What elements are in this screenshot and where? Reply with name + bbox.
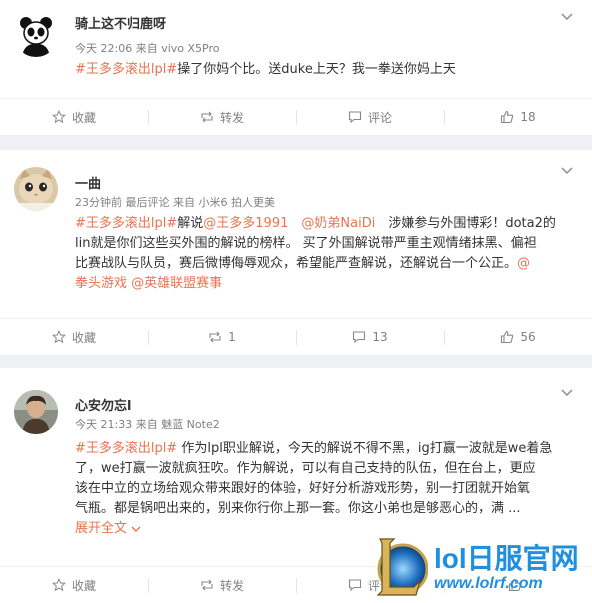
content-line: 气瓶。都是锅吧出来的，别来你行你上那一套。你这小弟也是够恶心的，满 ... [75,499,575,519]
comment-count: 13 [372,330,388,344]
content-line: #王多多滚出lpl# 作为lpl职业解说，今天的解说不得不黑，ig打赢一波就是w… [75,439,575,459]
post-meta: 今天 21:33 来自 魅蓝 Note2 [75,418,220,431]
chevron-down-icon [131,526,141,532]
post-text: 了，we打赢一波就疯狂吹。作为解说，可以有自己支持的队伍，但在台上，更应 [75,461,536,476]
repost-icon [201,111,213,123]
post-text [288,216,301,231]
favorite-button[interactable]: 收藏 [0,99,148,135]
content-line: #王多多滚出lpl#解说@王多多1991 @奶弟NaiDi 涉嫌参与外围博彩！d… [75,214,575,234]
avatar[interactable] [14,13,58,57]
post-text: 比赛战队与队员，赛后微博侮辱观众，希望能严查解说，还解说台一个公正。 [75,256,518,271]
watermark: lol日服官网 www.lolrf.com [374,535,586,599]
comment-button[interactable]: 评论 [296,99,444,135]
star-icon [51,110,66,124]
post-text: 作为lpl职业解说，今天的解说不得不黑，ig打赢一波就是we着急 [177,441,553,456]
chevron-down-icon[interactable] [560,12,574,22]
post-text: 气瓶。都是锅吧出来的，别来你行你上那一套。你这小弟也是够恶心的，满 ... [75,501,521,516]
username[interactable]: 心安勿忘l [75,395,131,414]
post-content: #王多多滚出lpl#解说@王多多1991 @奶弟NaiDi 涉嫌参与外围博彩！d… [75,214,575,294]
action-bar: 收藏 转发 评论 18 [0,98,592,135]
favorite-label: 收藏 [71,330,96,345]
hashtag-link[interactable]: #王多多滚出lpl# [75,441,177,456]
repost-icon [209,331,221,343]
thumbs-up-icon [501,110,514,124]
watermark-url: www.lolrf.com [434,575,543,592]
comment-icon [353,331,366,344]
repost-label: 转发 [219,578,244,593]
post-text: lin就是你们这些买外围的解说的榜样。 买了外国解说带严重主观情绪抹黑、偏袒 [75,236,537,251]
repost-button[interactable]: 转发 [148,99,296,135]
avatar[interactable] [14,390,58,434]
mention-link[interactable]: 拳头游戏 [75,276,127,291]
star-icon [51,578,66,592]
chevron-down-icon[interactable] [560,388,574,398]
expand-full-text-link[interactable]: 展开全文 [75,521,141,536]
post-meta: 23分钟前 最后评论 来自 小米6 拍人更美 [75,196,275,209]
hashtag-link[interactable]: #王多多滚出lpl# [75,216,177,231]
post-meta: 今天 22:06 来自 vivo X5Pro [75,42,220,55]
repost-count: 1 [228,330,236,344]
post-text: 操了你妈个比。送duke上天？我一拳送你妈上天 [177,62,456,77]
comment-icon [348,111,362,124]
comment-button[interactable]: 13 [296,319,444,355]
content-line: 比赛战队与队员，赛后微博侮辱观众，希望能严查解说，还解说台一个公正。@ [75,254,575,274]
post-text: 该在中立的立场给观众带来跟好的体验，好好分析游戏形势，别一打团就开始氧 [75,481,531,496]
star-icon [51,330,66,344]
like-count: 56 [520,330,536,344]
post-content: #王多多滚出lpl#操了你妈个比。送duke上天？我一拳送你妈上天 [75,60,575,80]
comment-icon [348,579,362,592]
repost-label: 转发 [219,110,244,125]
repost-button[interactable]: 转发 [148,567,296,603]
post-text: 解说 [177,216,204,231]
action-bar: 收藏 1 13 56 [0,318,592,355]
expand-label: 展开全文 [75,521,128,536]
repost-icon [201,579,213,591]
repost-button[interactable]: 1 [148,319,296,355]
content-line: 了，we打赢一波就疯狂吹。作为解说，可以有自己支持的队伍，但在台上，更应 [75,459,575,479]
post-text: 涉嫌参与外围博彩！dota2的 [375,216,556,231]
like-button[interactable]: 56 [444,319,592,355]
mention-link[interactable]: @ [517,256,530,271]
comment-label: 评论 [367,110,392,125]
watermark-title: lol日服官网 [434,543,579,574]
lol-logo-icon [376,538,428,596]
chevron-down-icon[interactable] [560,166,574,176]
mention-link[interactable]: @王多多1991 [203,216,288,231]
favorite-button[interactable]: 收藏 [0,319,148,355]
like-button[interactable]: 18 [444,99,592,135]
weibo-feed: 骑上这不归鹿呀 今天 22:06 来自 vivo X5Pro #王多多滚出lpl… [0,0,592,603]
avatar[interactable] [14,167,58,211]
favorite-button[interactable]: 收藏 [0,567,148,603]
post-content: #王多多滚出lpl# 作为lpl职业解说，今天的解说不得不黑，ig打赢一波就是w… [75,439,575,539]
favorite-label: 收藏 [71,110,96,125]
username[interactable]: 一曲 [75,173,101,192]
content-line: 该在中立的立场给观众带来跟好的体验，好好分析游戏形势，别一打团就开始氧 [75,479,575,499]
weibo-post: 骑上这不归鹿呀 今天 22:06 来自 vivo X5Pro #王多多滚出lpl… [0,0,592,135]
weibo-post: 一曲 23分钟前 最后评论 来自 小米6 拍人更美 #王多多滚出lpl#解说@王… [0,150,592,355]
mention-link[interactable]: @英雄联盟赛事 [131,276,222,291]
username[interactable]: 骑上这不归鹿呀 [75,13,166,32]
hashtag-link[interactable]: #王多多滚出lpl# [75,62,177,77]
content-line: lin就是你们这些买外围的解说的榜样。 买了外国解说带严重主观情绪抹黑、偏袒 [75,234,575,254]
like-count: 18 [520,110,536,124]
mention-link[interactable]: @奶弟NaiDi [301,216,375,231]
favorite-label: 收藏 [71,578,96,593]
content-line: 拳头游戏 @英雄联盟赛事 [75,274,575,294]
thumbs-up-icon [501,330,514,344]
